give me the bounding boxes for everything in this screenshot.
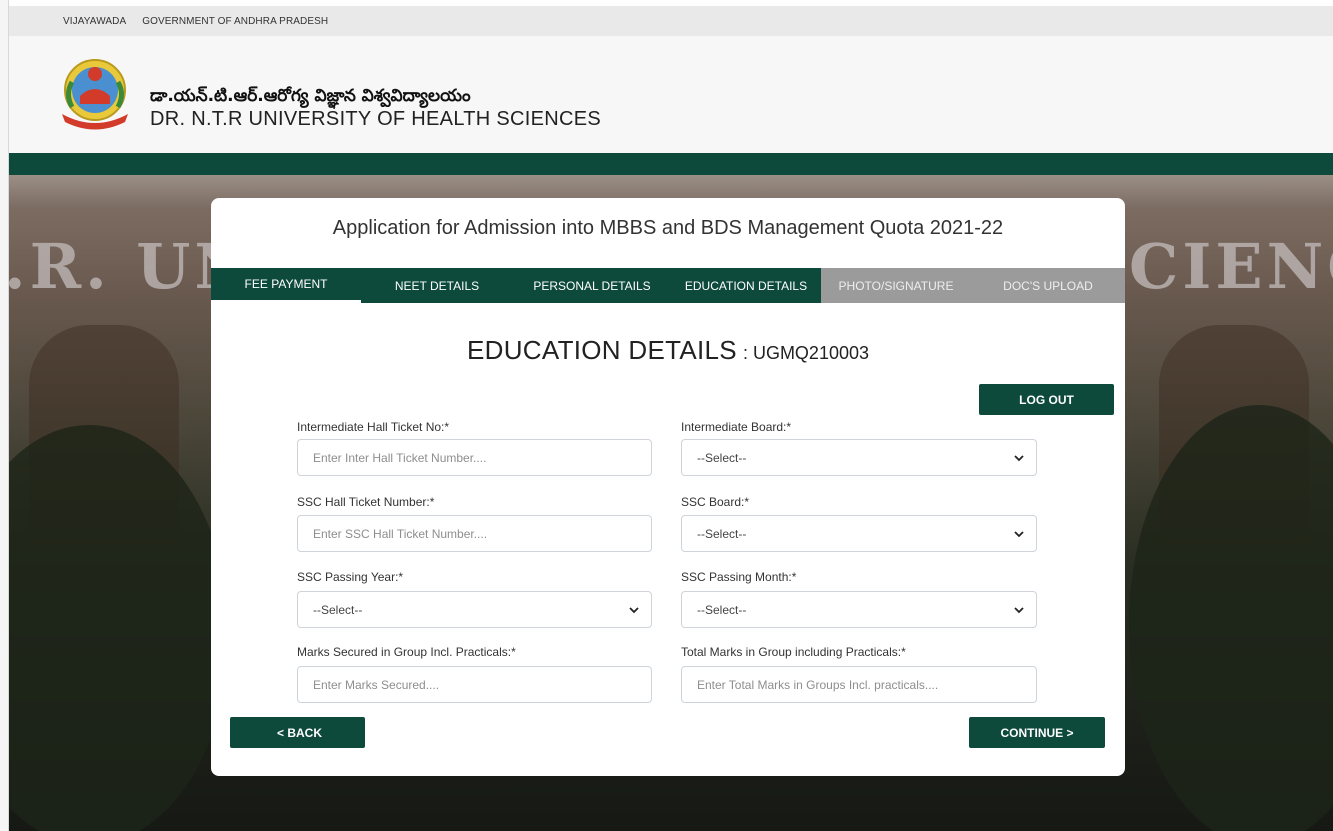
ssc-month-value: --Select-- — [697, 602, 747, 617]
tab-photo-signature[interactable]: PHOTO/SIGNATURE — [821, 268, 971, 303]
university-name-telugu: డా.యన్.టి.ఆర్.ఆరోగ్య విజ్ఞాన విశ్వవిద్యా… — [150, 86, 471, 106]
marks-secured-label: Marks Secured in Group Incl. Practicals:… — [297, 645, 516, 659]
ssc-board-label: SSC Board:* — [681, 495, 750, 509]
government-link[interactable]: GOVERNMENT OF ANDHRA PRADESH — [142, 16, 328, 27]
ssc-board-select[interactable]: --Select-- — [681, 515, 1037, 552]
continue-button[interactable]: CONTINUE > — [969, 717, 1105, 748]
marks-secured-input[interactable]: Enter Marks Secured.... — [297, 666, 652, 703]
tab-fee-payment[interactable]: FEE PAYMENT — [211, 268, 361, 303]
inter-board-label: Intermediate Board:* — [681, 420, 792, 434]
section-title: EDUCATION DETAILS — [466, 335, 737, 365]
application-number: : UGMQ210003 — [742, 343, 869, 363]
tree — [9, 425, 229, 831]
ssc-month-select[interactable]: --Select-- — [681, 591, 1037, 628]
chevron-down-icon — [1014, 454, 1024, 461]
ssc-year-label: SSC Passing Year:* — [297, 570, 404, 584]
header-divider-bar — [9, 153, 1333, 175]
inter-board-value: --Select-- — [697, 450, 747, 465]
page-title: Application for Admission into MBBS and … — [332, 217, 1004, 239]
tab-personal-details[interactable]: PERSONAL DETAILS — [513, 268, 671, 303]
ssc-year-value: --Select-- — [313, 602, 363, 617]
university-logo-icon — [62, 59, 128, 130]
ssc-year-select[interactable]: --Select-- — [297, 591, 652, 628]
chevron-down-icon — [1014, 530, 1024, 537]
step-tabs: FEE PAYMENT NEET DETAILS PERSONAL DETAIL… — [211, 268, 1125, 303]
inter-hall-ticket-label: Intermediate Hall Ticket No:* — [297, 420, 450, 434]
total-marks-input[interactable]: Enter Total Marks in Groups Incl. practi… — [681, 666, 1037, 703]
university-name-english: DR. N.T.R UNIVERSITY OF HEALTH SCIENCES — [150, 108, 602, 130]
tab-neet-details[interactable]: NEET DETAILS — [361, 268, 513, 303]
city-link[interactable]: VIJAYAWADA — [63, 16, 126, 27]
application-card: Application for Admission into MBBS and … — [211, 198, 1125, 776]
section-heading: EDUCATION DETAILS: UGMQ210003 — [211, 335, 1125, 366]
logout-button[interactable]: LOG OUT — [979, 384, 1114, 415]
total-marks-label: Total Marks in Group including Practical… — [681, 645, 906, 659]
inter-board-select[interactable]: --Select-- — [681, 439, 1037, 476]
back-button[interactable]: < BACK — [230, 717, 365, 748]
chevron-down-icon — [1014, 606, 1024, 613]
inter-hall-ticket-input[interactable]: Enter Inter Hall Ticket Number.... — [297, 439, 652, 476]
chevron-down-icon — [629, 606, 639, 613]
tab-education-details[interactable]: EDUCATION DETAILS — [671, 268, 821, 303]
tab-docs-upload[interactable]: DOC'S UPLOAD — [971, 268, 1125, 303]
ssc-hall-ticket-label: SSC Hall Ticket Number:* — [297, 495, 435, 509]
top-info-bar: VIJAYAWADA GOVERNMENT OF ANDHRA PRADESH — [9, 6, 1333, 36]
ssc-hall-ticket-input[interactable]: Enter SSC Hall Ticket Number.... — [297, 515, 652, 552]
ssc-board-value: --Select-- — [697, 526, 747, 541]
window-left-border — [0, 0, 9, 831]
site-header: డా.యన్.టి.ఆర్.ఆరోగ్య విజ్ఞాన విశ్వవిద్యా… — [9, 36, 1333, 153]
building-sign-right: CIENC — [1129, 230, 1333, 303]
ssc-month-label: SSC Passing Month:* — [681, 570, 797, 584]
